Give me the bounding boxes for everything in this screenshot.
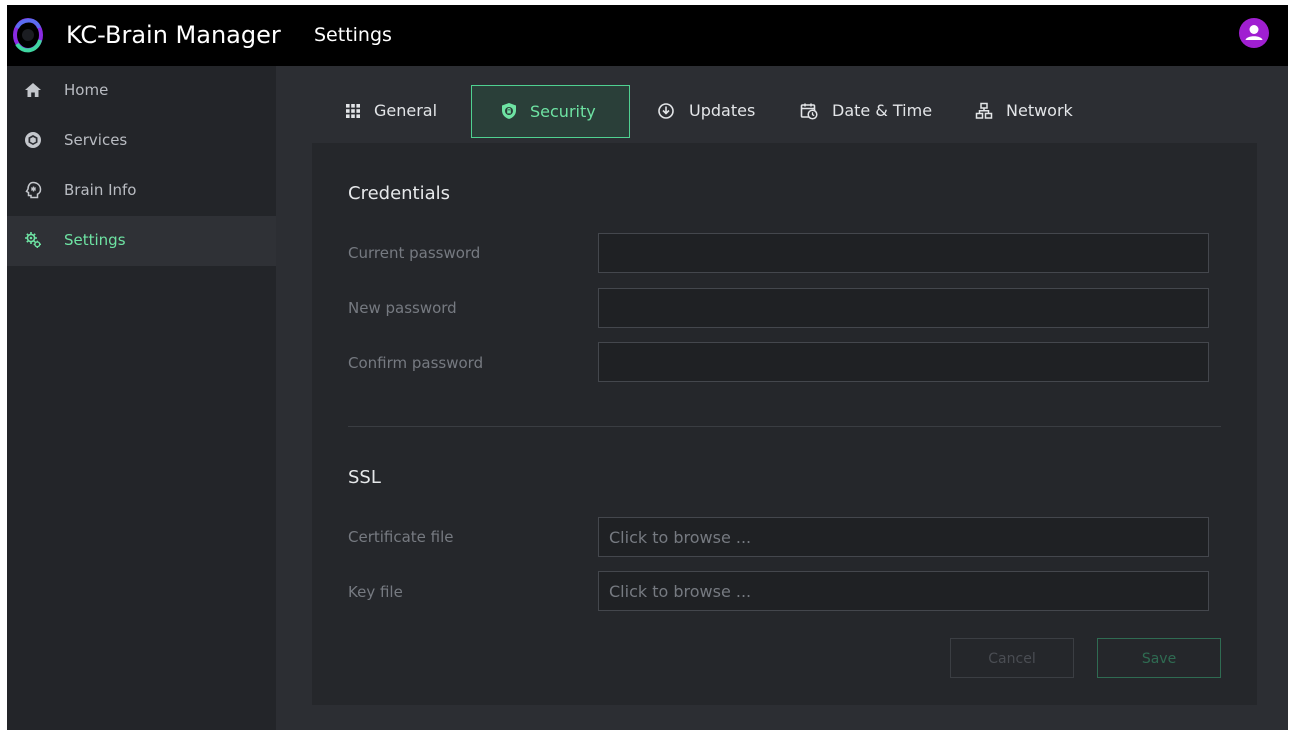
key-file-picker[interactable] xyxy=(598,571,1209,611)
cube-icon xyxy=(25,132,41,148)
tab-date-time[interactable]: Date & Time xyxy=(790,85,948,138)
current-password-label: Current password xyxy=(348,244,481,262)
download-circle-icon xyxy=(658,103,674,119)
tab-label: Security xyxy=(530,102,596,121)
tab-label: Date & Time xyxy=(832,101,933,120)
ssl-section-title: SSL xyxy=(348,467,381,488)
home-icon xyxy=(25,83,41,97)
confirm-password-field[interactable] xyxy=(598,342,1209,382)
sidebar-item-brain-info[interactable]: Brain Info xyxy=(7,166,276,216)
tab-label: General xyxy=(374,101,438,120)
sidebar-item-services[interactable]: Services xyxy=(7,116,276,166)
certificate-file-label: Certificate file xyxy=(348,528,454,546)
sidebar-item-settings[interactable]: Settings xyxy=(7,216,276,266)
key-file-label: Key file xyxy=(348,583,403,601)
section-divider xyxy=(348,426,1221,427)
app-window: KC-Brain Manager Settings Home Services xyxy=(7,5,1288,730)
security-settings-panel: Credentials Current password New passwor… xyxy=(312,143,1257,705)
sidebar-item-label: Settings xyxy=(64,231,126,249)
cancel-button[interactable]: Cancel xyxy=(950,638,1074,678)
tab-label: Updates xyxy=(689,101,756,120)
tab-network[interactable]: Network xyxy=(965,85,1085,138)
tab-updates[interactable]: Updates xyxy=(647,85,771,138)
credentials-section-title: Credentials xyxy=(348,183,451,204)
shield-lock-icon xyxy=(502,103,516,119)
grid-icon xyxy=(346,104,360,118)
brain-icon xyxy=(25,181,42,199)
tab-security[interactable]: Security xyxy=(471,85,630,138)
new-password-label: New password xyxy=(348,299,457,317)
current-password-field[interactable] xyxy=(598,233,1209,273)
sidebar-item-home[interactable]: Home xyxy=(7,66,276,116)
user-icon xyxy=(1245,25,1263,40)
gears-icon xyxy=(25,232,41,248)
kc-brain-logo[interactable] xyxy=(11,14,45,56)
save-button[interactable]: Save xyxy=(1097,638,1221,678)
confirm-password-label: Confirm password xyxy=(348,354,484,372)
sidebar-item-label: Home xyxy=(64,81,109,99)
top-bar: KC-Brain Manager Settings xyxy=(7,5,1288,66)
tab-general[interactable]: General xyxy=(334,85,459,138)
calendar-clock-icon xyxy=(800,103,818,120)
app-title: KC-Brain Manager xyxy=(66,21,281,49)
user-avatar[interactable] xyxy=(1239,18,1269,48)
sidebar-item-label: Services xyxy=(64,131,128,149)
tab-label: Network xyxy=(1006,101,1073,120)
page-title: Settings xyxy=(314,24,392,46)
network-icon xyxy=(975,102,993,119)
sidebar-item-label: Brain Info xyxy=(64,181,137,199)
sidebar: Home Services Brain Info Settings xyxy=(7,66,276,730)
new-password-field[interactable] xyxy=(598,288,1209,328)
certificate-file-picker[interactable] xyxy=(598,517,1209,557)
